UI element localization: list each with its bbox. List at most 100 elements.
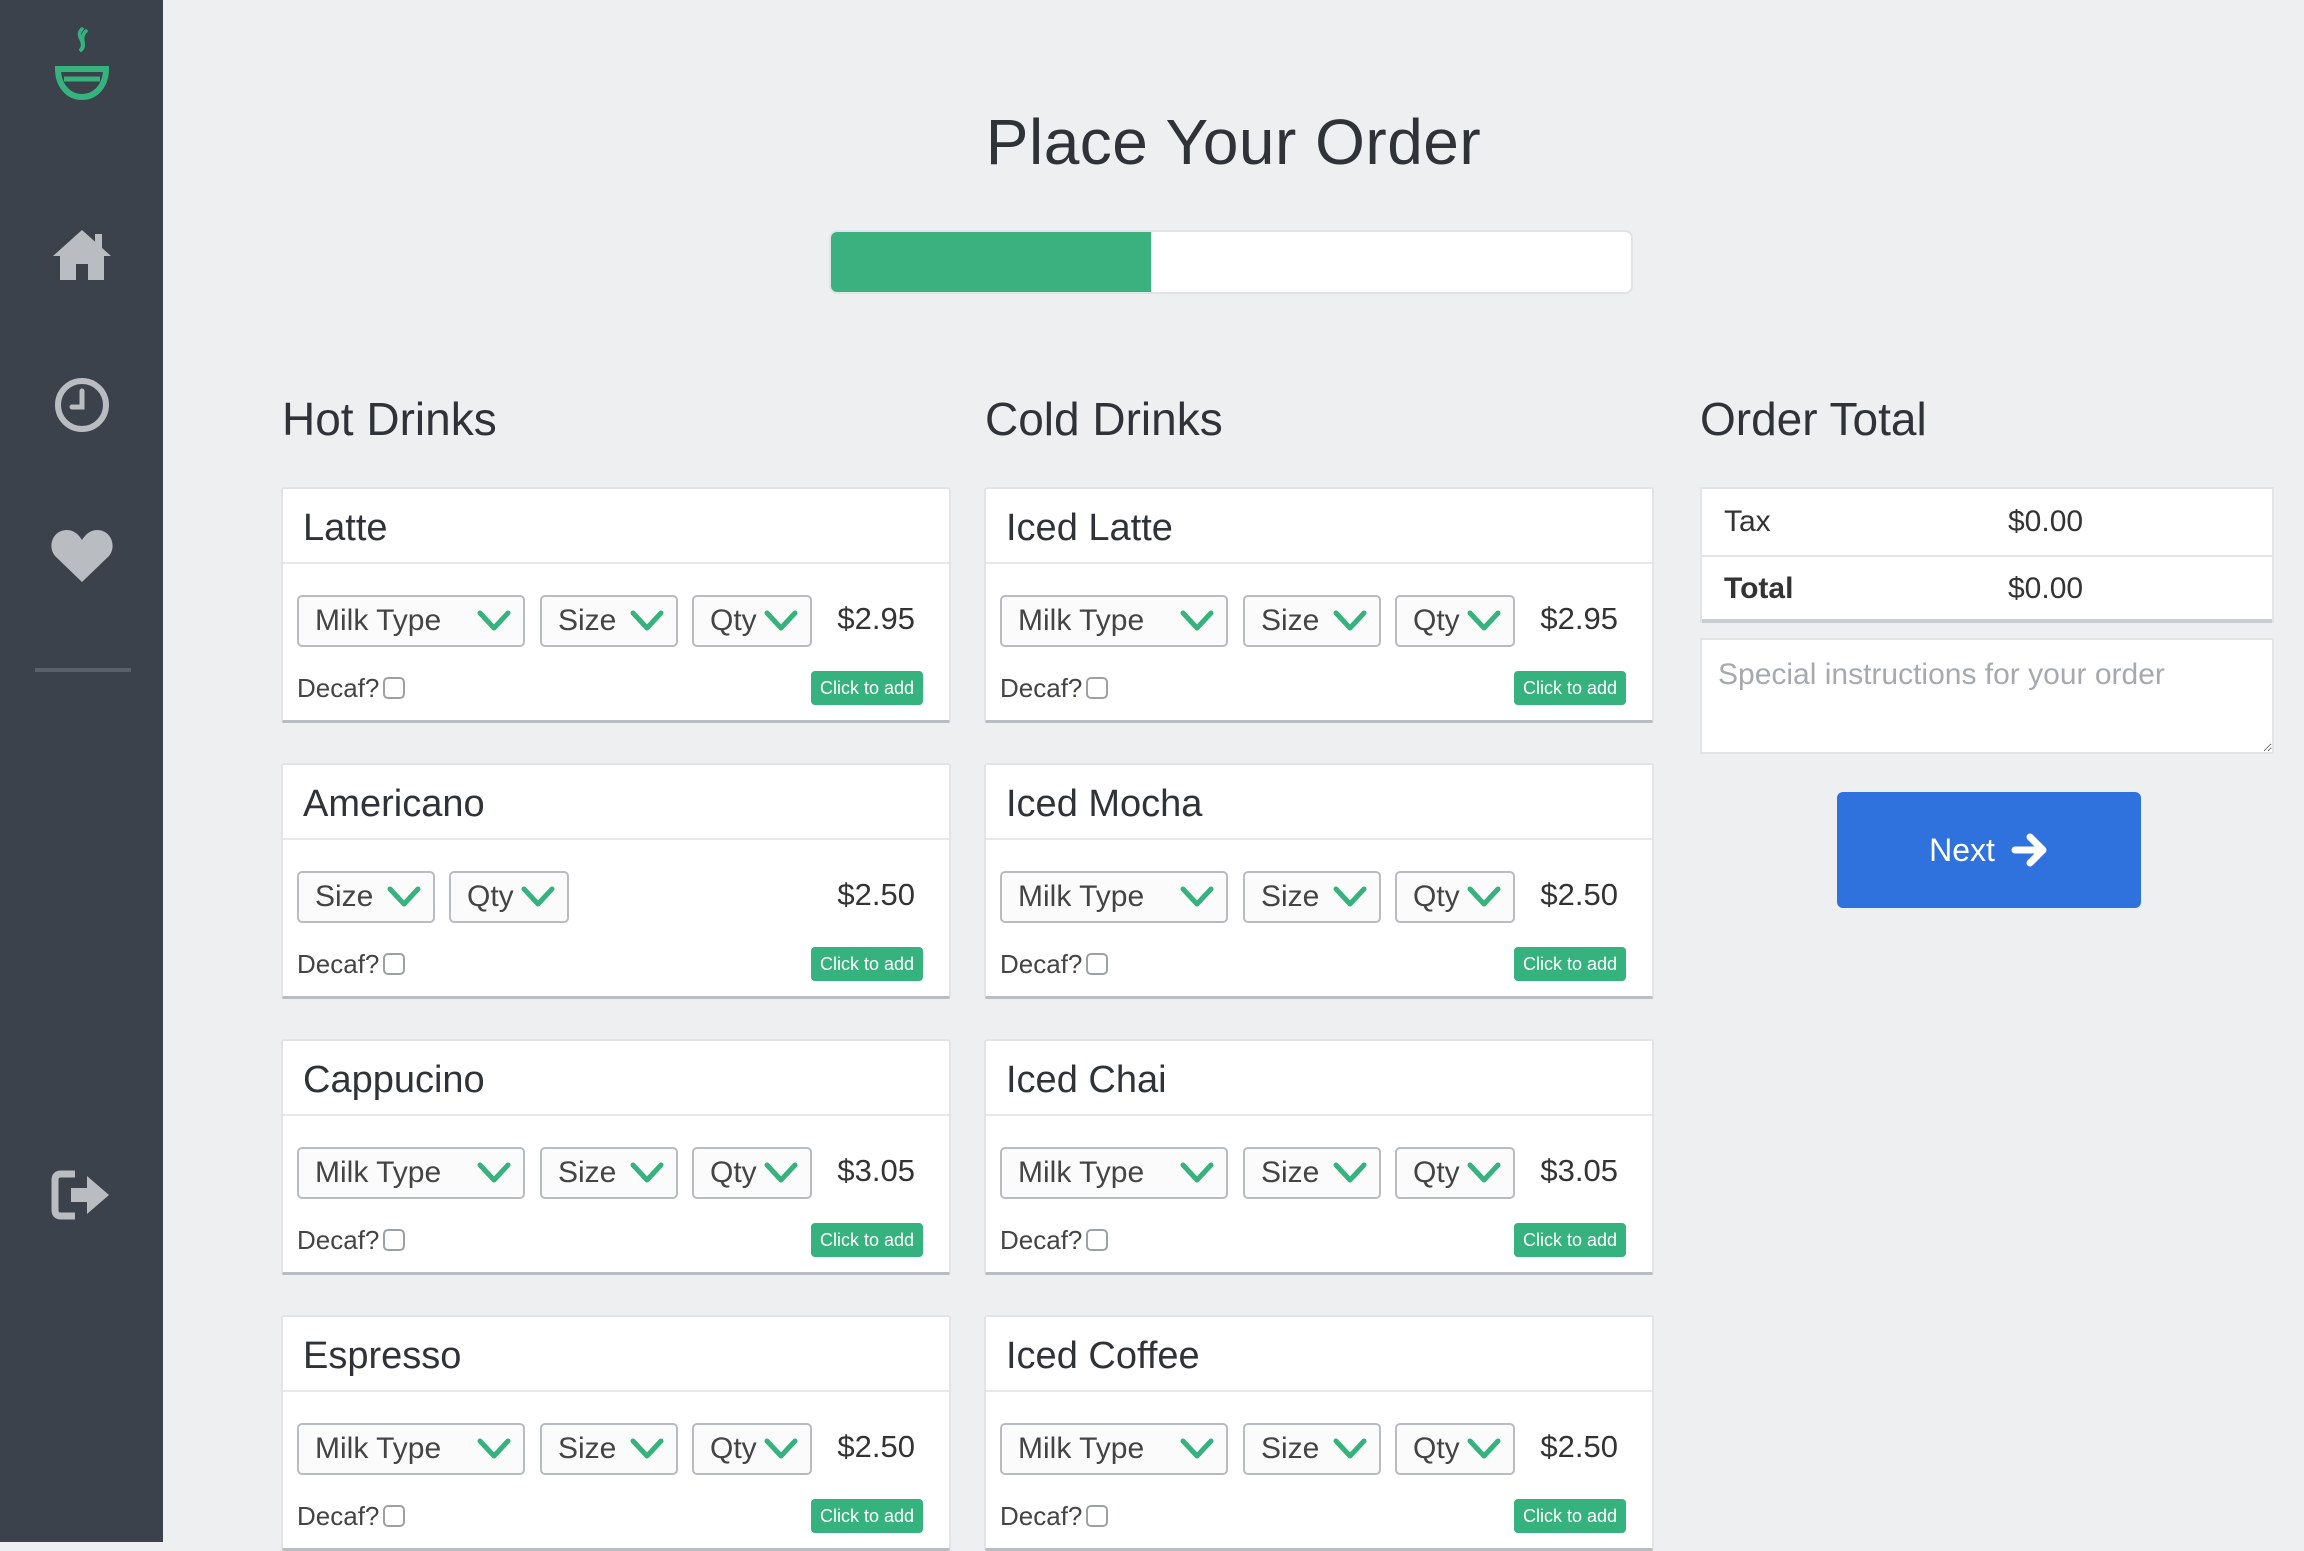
chevron-down-icon xyxy=(1467,886,1501,907)
milk-type-select[interactable]: Milk Type xyxy=(1000,595,1228,647)
chevron-down-icon xyxy=(1180,1438,1214,1459)
add-to-order-button[interactable]: Click to add xyxy=(1513,671,1626,705)
milk-type-select[interactable]: Milk Type xyxy=(297,1147,525,1199)
qty-select[interactable]: Qty xyxy=(692,1423,812,1475)
drink-card: Iced Mocha Milk Type Size Qty $2.50 Decaf? Cli… xyxy=(984,763,1654,999)
drink-price: $2.50 xyxy=(837,1429,915,1464)
decaf-label: Decaf? xyxy=(297,1501,380,1531)
add-to-order-button[interactable]: Click to add xyxy=(1513,1223,1626,1257)
cup-logo-icon[interactable] xyxy=(0,18,163,108)
drink-card: Americano Size Qty $2.50 Decaf? Click to add xyxy=(281,763,951,999)
size-select-value: Size xyxy=(315,880,374,913)
chevron-down-icon xyxy=(1467,610,1501,631)
card-divider xyxy=(283,1114,949,1116)
drink-card: Cappucino Milk Type Size Qty $3.05 Decaf? Clic… xyxy=(281,1039,951,1275)
chevron-down-icon xyxy=(1467,1162,1501,1183)
chevron-down-icon xyxy=(477,1438,511,1459)
tax-label: Tax xyxy=(1724,505,1771,538)
decaf-checkbox[interactable] xyxy=(1086,1505,1108,1527)
milk-type-select-value: Milk Type xyxy=(315,1156,442,1189)
home-icon[interactable] xyxy=(0,220,163,290)
add-to-order-button[interactable]: Click to add xyxy=(810,1499,923,1533)
milk-type-select[interactable]: Milk Type xyxy=(297,595,525,647)
size-select[interactable]: Size xyxy=(540,1147,678,1199)
size-select-value: Size xyxy=(1261,1156,1320,1189)
add-to-order-button[interactable]: Click to add xyxy=(810,671,923,705)
qty-select[interactable]: Qty xyxy=(692,1147,812,1199)
size-select[interactable]: Size xyxy=(1243,1423,1381,1475)
card-divider xyxy=(986,1390,1652,1392)
add-to-order-button[interactable]: Click to add xyxy=(810,947,923,981)
milk-type-select-value: Milk Type xyxy=(1018,1432,1145,1465)
drink-name: Iced Latte xyxy=(1006,507,1173,549)
progress-fill xyxy=(831,232,1151,292)
chevron-down-icon xyxy=(1180,610,1214,631)
add-to-order-button[interactable]: Click to add xyxy=(1513,947,1626,981)
drink-name: Iced Coffee xyxy=(1006,1335,1200,1377)
next-button[interactable]: Next xyxy=(1837,792,2141,908)
special-instructions-input[interactable] xyxy=(1700,638,2274,754)
size-select[interactable]: Size xyxy=(1243,595,1381,647)
logout-icon[interactable] xyxy=(0,1160,163,1230)
milk-type-select-value: Milk Type xyxy=(315,1432,442,1465)
qty-select[interactable]: Qty xyxy=(1395,1423,1515,1475)
size-select-value: Size xyxy=(1261,604,1320,637)
chevron-down-icon xyxy=(387,886,421,907)
qty-select[interactable]: Qty xyxy=(449,871,569,923)
decaf-checkbox[interactable] xyxy=(1086,1229,1108,1251)
milk-type-select[interactable]: Milk Type xyxy=(297,1423,525,1475)
sidebar-divider xyxy=(35,668,131,672)
decaf-checkbox[interactable] xyxy=(383,1505,405,1527)
tax-row: Tax $0.00 xyxy=(1702,489,2272,555)
size-select[interactable]: Size xyxy=(540,1423,678,1475)
order-progress-bar xyxy=(829,230,1633,294)
drink-name: Iced Chai xyxy=(1006,1059,1167,1101)
qty-select[interactable]: Qty xyxy=(1395,871,1515,923)
drink-price: $2.50 xyxy=(837,877,915,912)
size-select[interactable]: Size xyxy=(1243,1147,1381,1199)
qty-select-value: Qty xyxy=(710,1156,757,1189)
qty-select[interactable]: Qty xyxy=(1395,1147,1515,1199)
drink-card: Iced Chai Milk Type Size Qty $3.05 Decaf? Clic… xyxy=(984,1039,1654,1275)
decaf-checkbox[interactable] xyxy=(383,1229,405,1251)
drink-price: $2.95 xyxy=(1540,601,1618,636)
decaf-checkbox[interactable] xyxy=(383,953,405,975)
chevron-down-icon xyxy=(521,886,555,907)
drink-price: $2.50 xyxy=(1540,1429,1618,1464)
drink-card: Iced Latte Milk Type Size Qty $2.95 Decaf? Cli… xyxy=(984,487,1654,723)
milk-type-select-value: Milk Type xyxy=(1018,604,1145,637)
order-total-title: Order Total xyxy=(1700,393,1927,445)
drink-card: Latte Milk Type Size Qty $2.95 Decaf? Click to… xyxy=(281,487,951,723)
qty-select-value: Qty xyxy=(467,880,514,913)
decaf-checkbox[interactable] xyxy=(383,677,405,699)
qty-select[interactable]: Qty xyxy=(692,595,812,647)
chevron-down-icon xyxy=(630,1162,664,1183)
add-to-order-button[interactable]: Click to add xyxy=(1513,1499,1626,1533)
size-select-value: Size xyxy=(558,1432,617,1465)
total-value: $0.00 xyxy=(2008,572,2084,605)
milk-type-select[interactable]: Milk Type xyxy=(1000,1147,1228,1199)
drink-name: Latte xyxy=(303,507,388,549)
milk-type-select[interactable]: Milk Type xyxy=(1000,871,1228,923)
heart-icon[interactable] xyxy=(0,520,163,590)
card-divider xyxy=(986,838,1652,840)
drink-name: Espresso xyxy=(303,1335,462,1377)
decaf-label: Decaf? xyxy=(297,1225,380,1255)
size-select[interactable]: Size xyxy=(297,871,435,923)
add-to-order-button[interactable]: Click to add xyxy=(810,1223,923,1257)
qty-select-value: Qty xyxy=(710,604,757,637)
main-content: Place Your Order Hot Drinks Cold Drinks … xyxy=(163,0,2304,1551)
size-select[interactable]: Size xyxy=(540,595,678,647)
size-select[interactable]: Size xyxy=(1243,871,1381,923)
qty-select[interactable]: Qty xyxy=(1395,595,1515,647)
decaf-checkbox[interactable] xyxy=(1086,677,1108,699)
chevron-down-icon xyxy=(764,1162,798,1183)
history-icon[interactable] xyxy=(0,370,163,440)
qty-select-value: Qty xyxy=(710,1432,757,1465)
chevron-down-icon xyxy=(1180,1162,1214,1183)
decaf-checkbox[interactable] xyxy=(1086,953,1108,975)
total-row: Total $0.00 xyxy=(1702,556,2272,622)
milk-type-select-value: Milk Type xyxy=(1018,1156,1145,1189)
size-select-value: Size xyxy=(558,1156,617,1189)
milk-type-select[interactable]: Milk Type xyxy=(1000,1423,1228,1475)
